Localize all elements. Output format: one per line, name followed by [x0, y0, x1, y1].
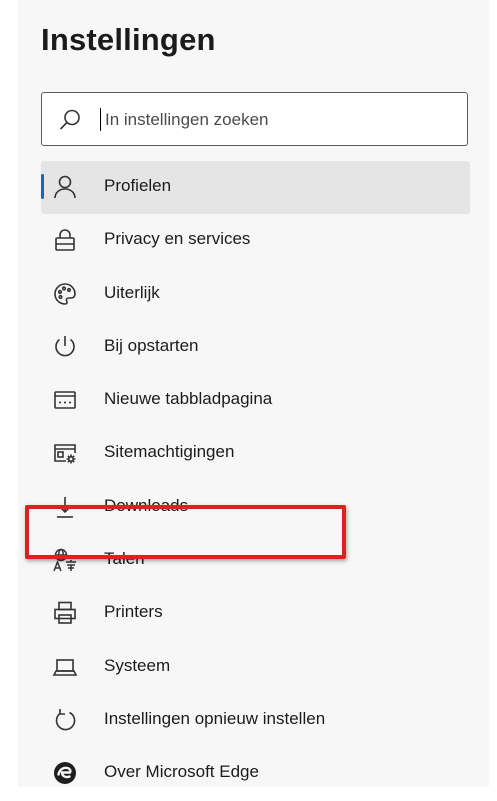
- nav-item-printers[interactable]: Printers: [41, 587, 470, 640]
- nav-item-label: Printers: [104, 602, 163, 622]
- nav-item-privacy[interactable]: Privacy en services: [41, 214, 470, 267]
- search-input[interactable]: [103, 103, 457, 137]
- page-title: Instellingen: [41, 22, 216, 57]
- nav-item-label: Sitemachtigingen: [104, 442, 235, 462]
- new-tab-icon: [52, 387, 78, 413]
- reset-icon: [52, 707, 78, 733]
- nav-item-label: Profielen: [104, 176, 172, 195]
- settings-nav: Profielen Privacy en services Uiterlijk …: [41, 161, 470, 801]
- nav-item-label: Uiterlijk: [104, 282, 160, 302]
- nav-item-over-edge[interactable]: Over Microsoft Edge: [41, 747, 470, 800]
- edge-logo-icon: [52, 760, 78, 786]
- nav-item-systeem[interactable]: Systeem: [41, 641, 470, 694]
- palette-icon: [52, 281, 78, 307]
- nav-item-opstarten[interactable]: Bij opstarten: [41, 321, 470, 374]
- nav-item-nieuwe-tabblad[interactable]: Nieuwe tabbladpagina: [41, 374, 470, 427]
- person-icon: [52, 174, 78, 200]
- nav-item-label: Over Microsoft Edge: [104, 762, 259, 782]
- search-icon: [58, 108, 82, 132]
- text-caret: [100, 108, 101, 131]
- nav-item-label: Nieuwe tabbladpagina: [104, 389, 273, 409]
- nav-item-profielen[interactable]: Profielen: [41, 161, 470, 215]
- nav-item-label: Systeem: [104, 655, 171, 675]
- nav-item-uiterlijk[interactable]: Uiterlijk: [41, 268, 470, 321]
- highlight-box: [25, 505, 346, 559]
- nav-item-sitemachtigingen[interactable]: Sitemachtigingen: [41, 427, 470, 480]
- search-box[interactable]: [41, 92, 468, 146]
- printer-icon: [52, 600, 78, 626]
- laptop-icon: [52, 654, 78, 680]
- nav-item-label: Privacy en services: [104, 229, 251, 249]
- nav-item-label: Instellingen opnieuw instellen: [104, 708, 326, 728]
- nav-item-label: Bij opstarten: [104, 335, 199, 355]
- active-indicator: [41, 174, 44, 199]
- power-icon: [52, 334, 78, 360]
- nav-item-opnieuw-instellen[interactable]: Instellingen opnieuw instellen: [41, 694, 470, 747]
- lock-icon: [52, 227, 78, 253]
- site-permissions-icon: [52, 440, 78, 466]
